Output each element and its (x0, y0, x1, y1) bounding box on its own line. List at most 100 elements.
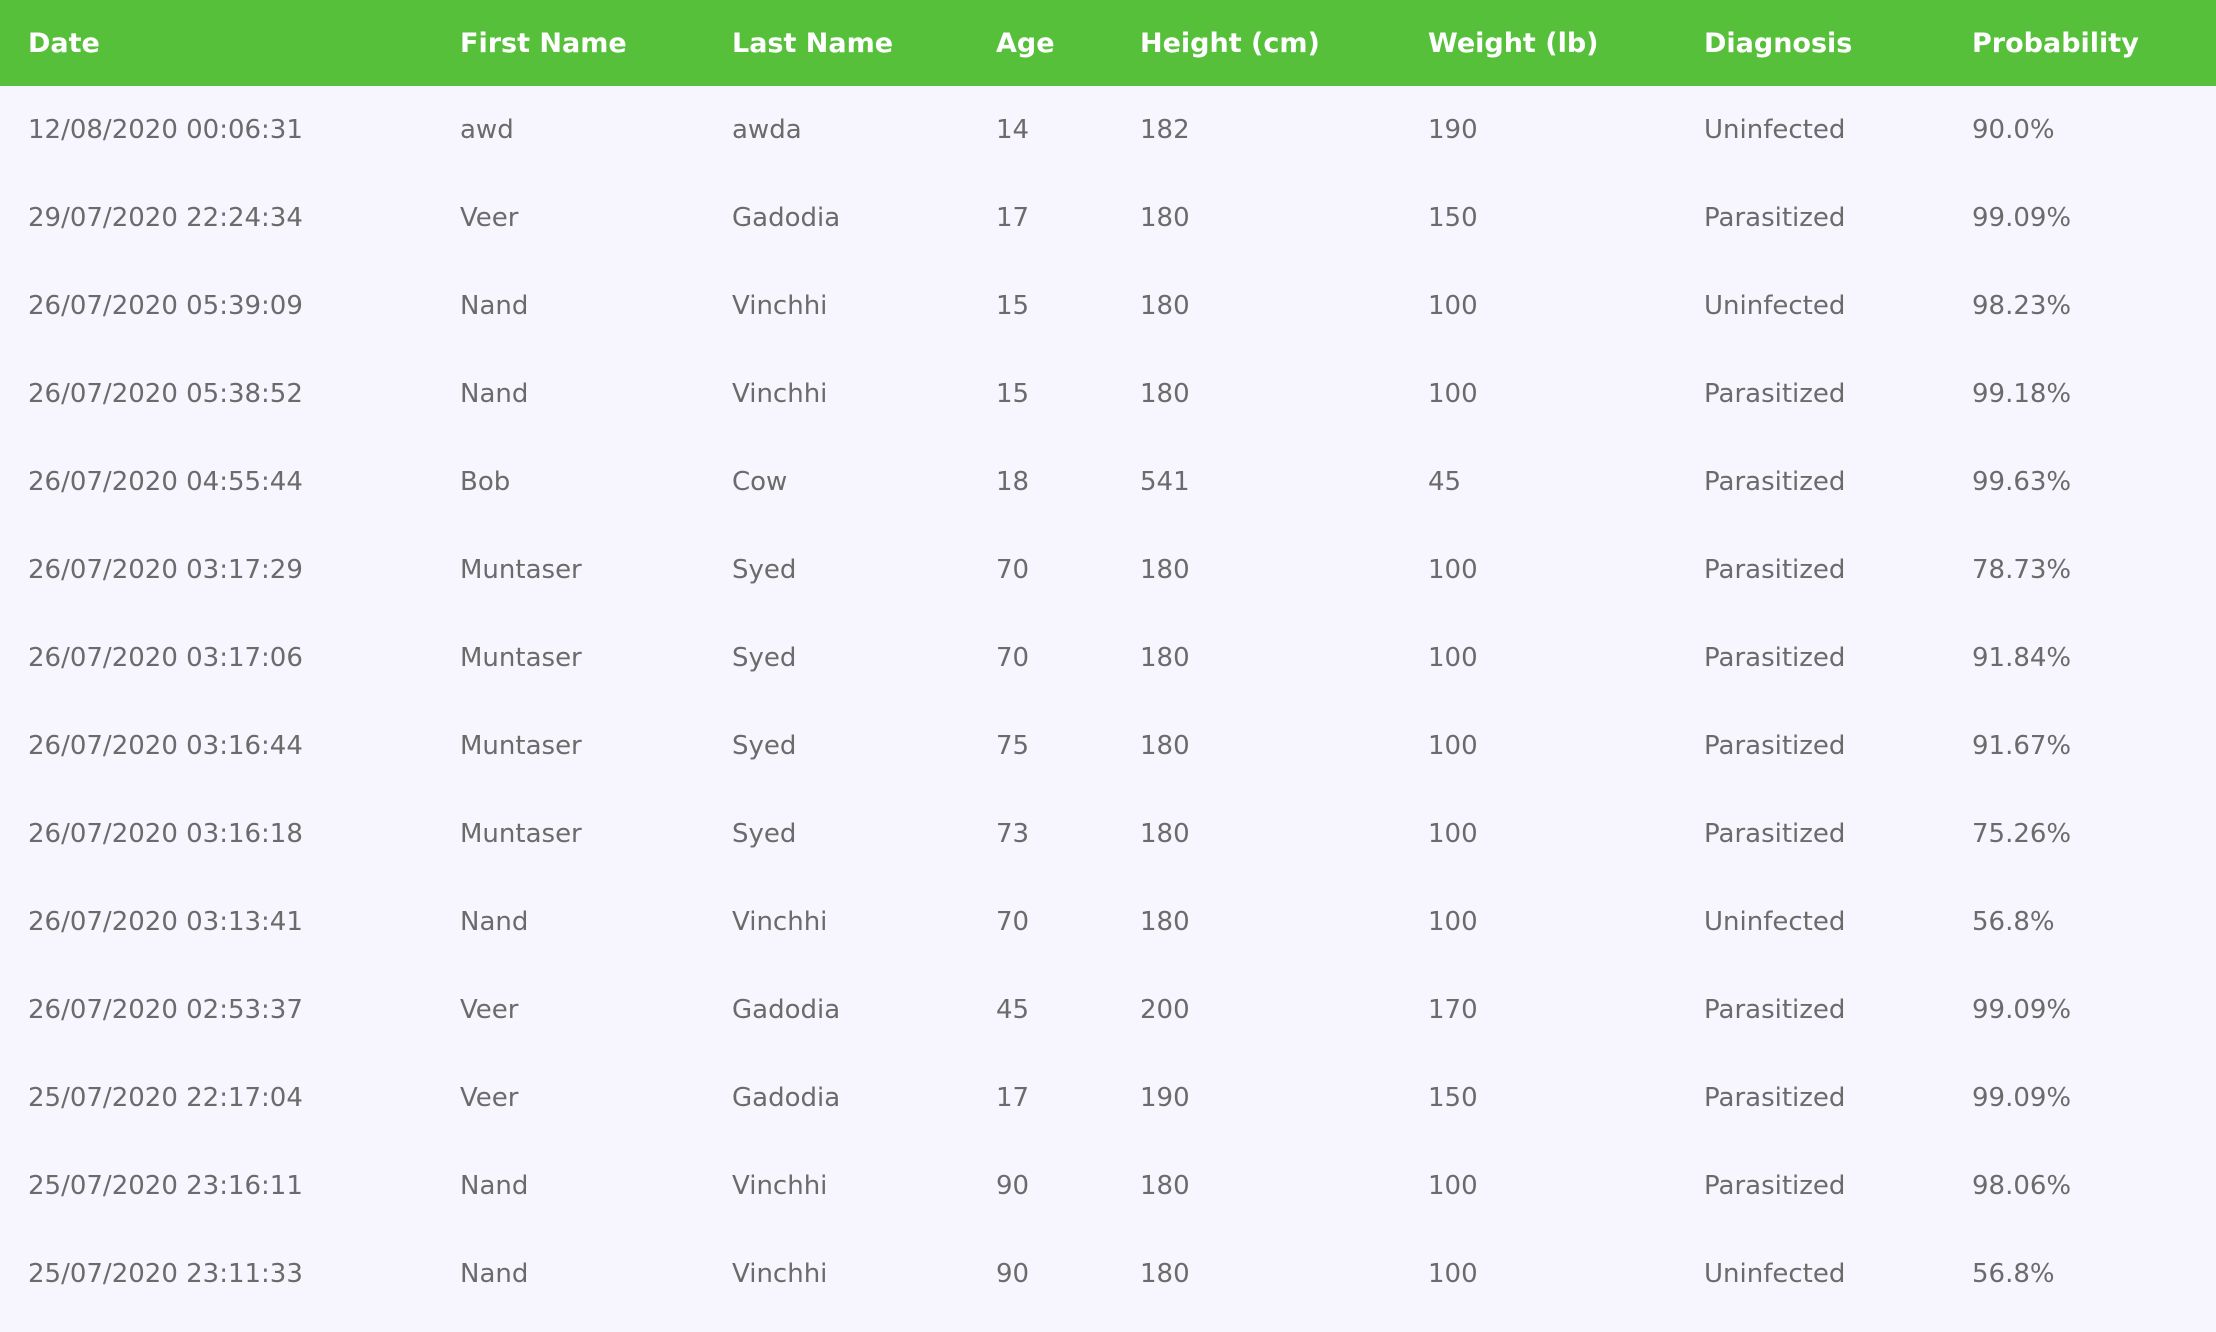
cell-date: 26/07/2020 02:53:37 (28, 995, 303, 1025)
table-body: 12/08/2020 00:06:31 awd awda 14 182 190 Uninfe… (0, 86, 2216, 1318)
column-header-age[interactable]: Age (968, 0, 1112, 86)
table-row: 12/08/2020 00:06:31 awd awda 14 182 190 Uninfe… (0, 86, 2216, 174)
table-row: 26/07/2020 05:38:52 Nand Vinchhi 15 180 100 Pa… (0, 350, 2216, 438)
column-header-weight[interactable]: Weight (lb) (1400, 0, 1676, 86)
column-header-date[interactable]: Date (0, 0, 432, 86)
cell-age: 17 (996, 203, 1030, 233)
cell-probability: 99.63% (1972, 467, 2072, 497)
cell-age: 18 (996, 467, 1030, 497)
cell-last-name: Vinchhi (732, 907, 828, 937)
cell-last-name: Vinchhi (732, 291, 828, 321)
cell-probability: 99.09% (1972, 995, 2072, 1025)
column-header-last-name[interactable]: Last Name (704, 0, 968, 86)
cell-height: 200 (1140, 995, 1190, 1025)
results-table: Date First Name Last Name Age Height (cm… (0, 0, 2216, 1318)
cell-weight: 100 (1428, 643, 1478, 673)
table-row: 26/07/2020 05:39:09 Nand Vinchhi 15 180 100 Un… (0, 262, 2216, 350)
cell-first-name: Nand (460, 379, 529, 409)
table-row: 26/07/2020 03:17:06 Muntaser Syed 70 180 100 P… (0, 614, 2216, 702)
cell-probability: 78.73% (1972, 555, 2072, 585)
cell-first-name: Nand (460, 1259, 529, 1289)
cell-diagnosis: Parasitized (1704, 819, 1846, 849)
cell-last-name: Vinchhi (732, 1259, 828, 1289)
table-row: 26/07/2020 03:17:29 Muntaser Syed 70 180 100 P… (0, 526, 2216, 614)
table-row: 25/07/2020 23:11:33 Nand Vinchhi 90 180 100 Un… (0, 1230, 2216, 1318)
cell-weight: 190 (1428, 115, 1478, 145)
cell-probability: 91.84% (1972, 643, 2072, 673)
cell-height: 180 (1140, 1171, 1190, 1201)
cell-age: 90 (996, 1171, 1030, 1201)
cell-first-name: Muntaser (460, 819, 582, 849)
cell-date: 26/07/2020 05:38:52 (28, 379, 303, 409)
cell-last-name: Syed (732, 643, 797, 673)
cell-height: 180 (1140, 379, 1190, 409)
cell-weight: 100 (1428, 555, 1478, 585)
cell-probability: 99.18% (1972, 379, 2072, 409)
cell-age: 73 (996, 819, 1030, 849)
cell-diagnosis: Uninfected (1704, 907, 1846, 937)
column-header-probability[interactable]: Probability (1944, 0, 2216, 86)
cell-weight: 100 (1428, 291, 1478, 321)
table-row: 26/07/2020 03:16:18 Muntaser Syed 73 180 100 P… (0, 790, 2216, 878)
cell-last-name: Syed (732, 819, 797, 849)
cell-probability: 99.09% (1972, 203, 2072, 233)
cell-first-name: Veer (460, 203, 519, 233)
cell-weight: 100 (1428, 731, 1478, 761)
cell-last-name: Vinchhi (732, 379, 828, 409)
cell-diagnosis: Parasitized (1704, 467, 1846, 497)
cell-diagnosis: Parasitized (1704, 1083, 1846, 1113)
cell-last-name: Vinchhi (732, 1171, 828, 1201)
cell-diagnosis: Parasitized (1704, 731, 1846, 761)
cell-date: 26/07/2020 03:17:06 (28, 643, 303, 673)
column-header-height[interactable]: Height (cm) (1112, 0, 1400, 86)
column-header-first-name[interactable]: First Name (432, 0, 704, 86)
cell-height: 180 (1140, 907, 1190, 937)
cell-height: 180 (1140, 555, 1190, 585)
cell-age: 70 (996, 643, 1030, 673)
cell-last-name: Gadodia (732, 1083, 841, 1113)
cell-date: 26/07/2020 03:16:18 (28, 819, 303, 849)
cell-weight: 100 (1428, 1171, 1478, 1201)
cell-last-name: Cow (732, 467, 788, 497)
cell-weight: 100 (1428, 819, 1478, 849)
cell-height: 180 (1140, 291, 1190, 321)
cell-first-name: Muntaser (460, 555, 582, 585)
cell-height: 180 (1140, 643, 1190, 673)
cell-date: 26/07/2020 03:17:29 (28, 555, 303, 585)
cell-date: 12/08/2020 00:06:31 (28, 115, 303, 145)
cell-height: 190 (1140, 1083, 1190, 1113)
cell-date: 26/07/2020 03:16:44 (28, 731, 303, 761)
cell-diagnosis: Uninfected (1704, 291, 1846, 321)
column-header-diagnosis[interactable]: Diagnosis (1676, 0, 1944, 86)
cell-age: 14 (996, 115, 1030, 145)
cell-date: 29/07/2020 22:24:34 (28, 203, 303, 233)
table-row: 26/07/2020 04:55:44 Bob Cow 18 541 45 Parasiti… (0, 438, 2216, 526)
cell-age: 45 (996, 995, 1030, 1025)
cell-weight: 100 (1428, 907, 1478, 937)
cell-probability: 99.09% (1972, 1083, 2072, 1113)
cell-age: 90 (996, 1259, 1030, 1289)
cell-height: 180 (1140, 1259, 1190, 1289)
cell-probability: 90.0% (1972, 115, 2055, 145)
cell-height: 180 (1140, 819, 1190, 849)
cell-first-name: Muntaser (460, 731, 582, 761)
cell-age: 17 (996, 1083, 1030, 1113)
cell-weight: 45 (1428, 467, 1462, 497)
cell-age: 70 (996, 907, 1030, 937)
cell-weight: 100 (1428, 379, 1478, 409)
header-row: Date First Name Last Name Age Height (cm… (0, 0, 2216, 86)
cell-date: 26/07/2020 04:55:44 (28, 467, 303, 497)
cell-last-name: awda (732, 115, 802, 145)
cell-diagnosis: Parasitized (1704, 995, 1846, 1025)
cell-probability: 56.8% (1972, 1259, 2055, 1289)
cell-height: 180 (1140, 731, 1190, 761)
cell-last-name: Gadodia (732, 203, 841, 233)
table-row: 26/07/2020 03:13:41 Nand Vinchhi 70 180 100 Un… (0, 878, 2216, 966)
cell-age: 70 (996, 555, 1030, 585)
cell-weight: 150 (1428, 1083, 1478, 1113)
cell-weight: 150 (1428, 203, 1478, 233)
table-row: 26/07/2020 02:53:37 Veer Gadodia 45 200 170 Pa… (0, 966, 2216, 1054)
cell-diagnosis: Parasitized (1704, 379, 1846, 409)
cell-probability: 91.67% (1972, 731, 2072, 761)
cell-probability: 98.06% (1972, 1171, 2072, 1201)
